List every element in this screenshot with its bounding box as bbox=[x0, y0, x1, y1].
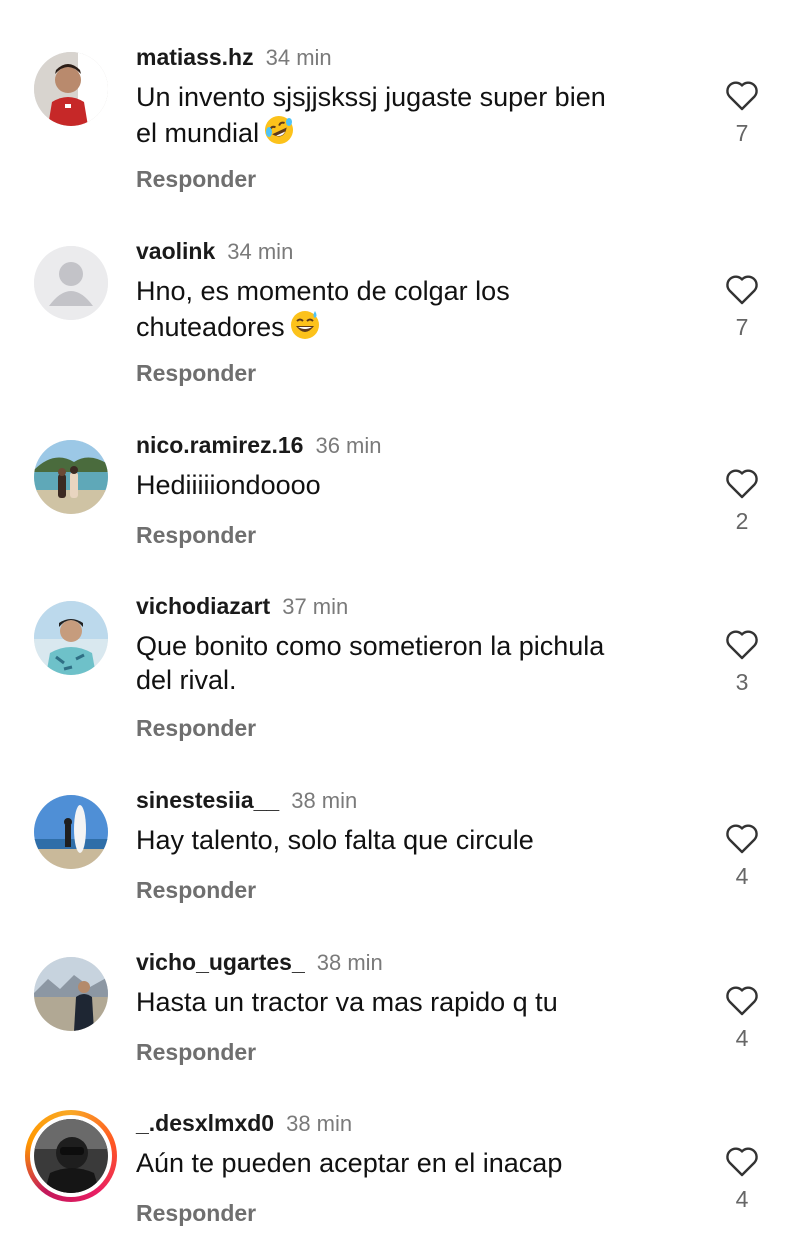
avatar-photo bbox=[34, 52, 108, 126]
comment-text-line: Hasta un tractor va mas rapido q tu bbox=[136, 987, 558, 1017]
comment-text: Hediiiiiondoooo bbox=[136, 468, 696, 502]
heart-outline-icon[interactable] bbox=[724, 1144, 760, 1178]
comment-text: Hasta un tractor va mas rapido q tu bbox=[136, 985, 696, 1019]
like-count: 7 bbox=[735, 120, 749, 146]
sweat-smile-emoji-icon bbox=[289, 308, 321, 348]
reply-button[interactable]: Responder bbox=[136, 166, 256, 193]
comment-text-line: el mundial bbox=[136, 118, 260, 148]
comment-text-line: Hediiiiiondoooo bbox=[136, 470, 321, 500]
reply-button[interactable]: Responder bbox=[136, 522, 256, 549]
heart-outline-icon[interactable] bbox=[724, 983, 760, 1017]
avatar-story-ring[interactable] bbox=[25, 1110, 117, 1202]
comment-time: 36 min bbox=[315, 433, 382, 458]
default-user-icon bbox=[34, 246, 108, 320]
reply-button[interactable]: Responder bbox=[136, 715, 256, 742]
avatar[interactable] bbox=[34, 601, 108, 675]
like-count: 7 bbox=[735, 314, 749, 340]
like-count: 2 bbox=[735, 508, 749, 534]
comment-text: Hno, es momento de colgar los chuteadore… bbox=[136, 274, 696, 348]
heart-outline-icon[interactable] bbox=[724, 821, 760, 855]
heart-outline-icon[interactable] bbox=[724, 627, 760, 661]
comment-text-line: Hno, es momento de colgar los bbox=[136, 276, 510, 306]
comment-time: 34 min bbox=[227, 239, 294, 264]
comment-username[interactable]: _.desxlmxd0 bbox=[136, 1110, 274, 1136]
comment-username[interactable]: matiass.hz bbox=[136, 44, 254, 70]
comment-text: Hay talento, solo falta que circule bbox=[136, 823, 696, 857]
avatar[interactable] bbox=[34, 957, 108, 1031]
comment-text-line: chuteadores bbox=[136, 312, 285, 342]
reply-button[interactable]: Responder bbox=[136, 360, 256, 387]
reply-button[interactable]: Responder bbox=[136, 1039, 256, 1066]
avatar-photo bbox=[34, 957, 108, 1031]
avatar-photo bbox=[34, 601, 108, 675]
avatar[interactable] bbox=[34, 440, 108, 514]
comment-text: Que bonito como sometieron la pichula de… bbox=[136, 629, 696, 697]
comment-text-line: Que bonito como sometieron la pichula bbox=[136, 631, 605, 661]
reply-button[interactable]: Responder bbox=[136, 877, 256, 904]
comment-text: Un invento sjsjjskssj jugaste super bien… bbox=[136, 80, 696, 154]
avatar-photo bbox=[34, 795, 108, 869]
comment-username[interactable]: vicho_ugartes_ bbox=[136, 949, 305, 975]
like-count: 4 bbox=[735, 1025, 749, 1051]
heart-outline-icon[interactable] bbox=[724, 466, 760, 500]
avatar[interactable] bbox=[34, 246, 108, 320]
comment-text-line: Hay talento, solo falta que circule bbox=[136, 825, 534, 855]
like-count: 4 bbox=[735, 863, 749, 889]
reply-button[interactable]: Responder bbox=[136, 1200, 256, 1227]
comment-username[interactable]: nico.ramirez.16 bbox=[136, 432, 303, 458]
avatar[interactable] bbox=[34, 795, 108, 869]
comment-text-line: del rival. bbox=[136, 665, 237, 695]
rolling-laughing-emoji-icon bbox=[263, 114, 295, 154]
comment-text-line: Un invento sjsjjskssj jugaste super bien bbox=[136, 82, 606, 112]
comment-text: Aún te pueden aceptar en el inacap bbox=[136, 1146, 696, 1180]
comment-text-line: Aún te pueden aceptar en el inacap bbox=[136, 1148, 563, 1178]
comment-time: 34 min bbox=[265, 45, 332, 70]
avatar-photo bbox=[34, 440, 108, 514]
avatar[interactable] bbox=[34, 52, 108, 126]
comment-username[interactable]: vaolink bbox=[136, 238, 215, 264]
comment-username[interactable]: sinestesiia__ bbox=[136, 787, 279, 813]
comment-time: 38 min bbox=[286, 1111, 353, 1136]
like-count: 4 bbox=[735, 1186, 749, 1212]
comment-time: 38 min bbox=[316, 950, 383, 975]
comment-time: 38 min bbox=[291, 788, 358, 813]
heart-outline-icon[interactable] bbox=[724, 272, 760, 306]
comment-username[interactable]: vichodiazart bbox=[136, 593, 270, 619]
avatar-photo bbox=[34, 1119, 108, 1193]
like-count: 3 bbox=[735, 669, 749, 695]
heart-outline-icon[interactable] bbox=[724, 78, 760, 112]
comment-time: 37 min bbox=[282, 594, 349, 619]
